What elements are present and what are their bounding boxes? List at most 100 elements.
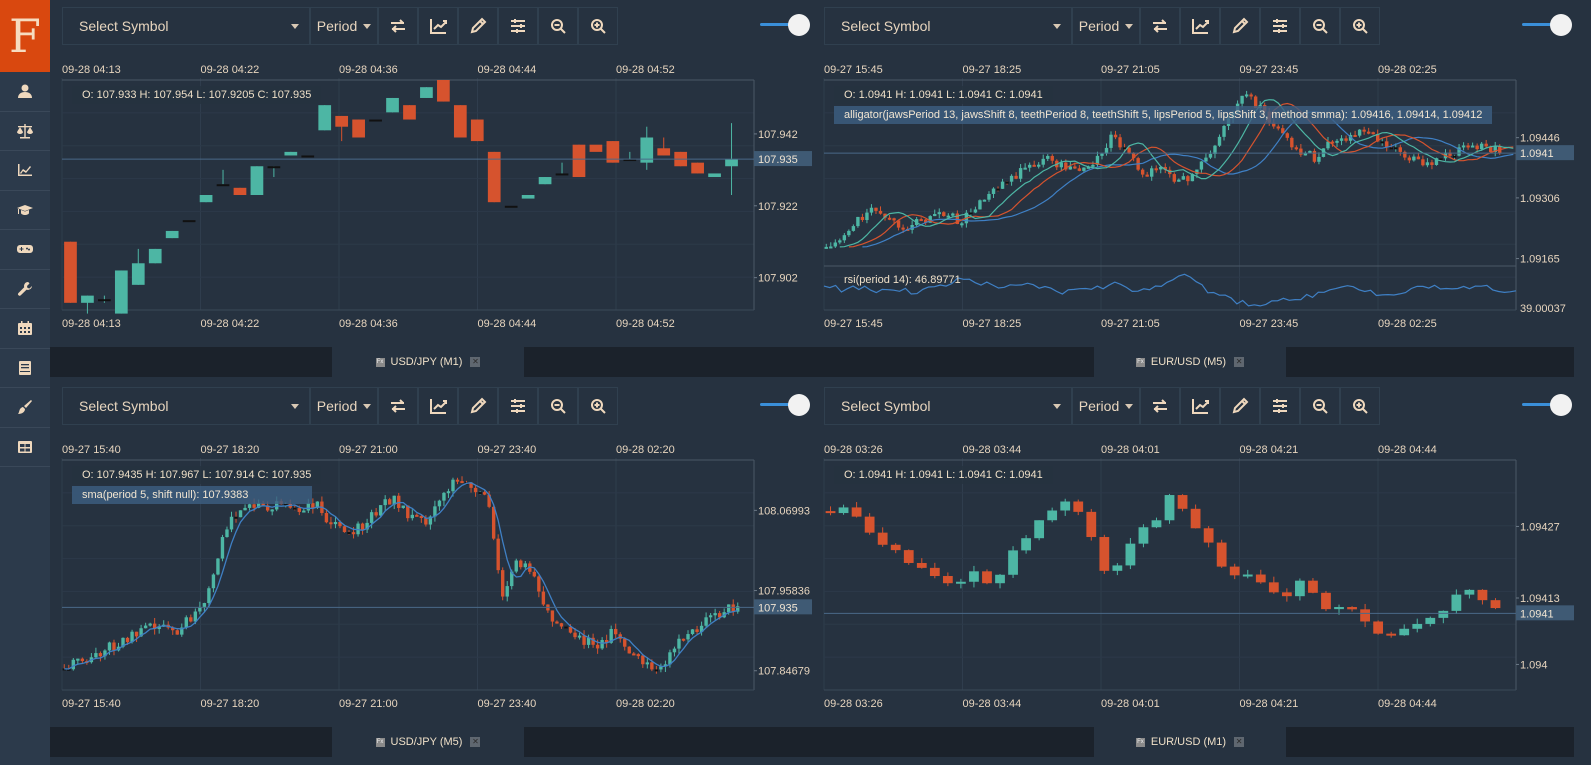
candle-down [1177,495,1188,509]
candle-down [1145,174,1149,177]
time-label-bottom: 09-28 04:52 [616,318,675,330]
candle-down [1430,162,1434,165]
candle-down [470,119,484,142]
sidebar-item-charts[interactable] [0,151,50,191]
candle-up [1082,167,1086,171]
sidebar-item-themes[interactable] [0,388,50,428]
candle-down [573,632,577,638]
candle-up [182,220,196,223]
close-icon[interactable]: ✕ [470,737,481,747]
candle-down [851,507,862,517]
candle-down [455,479,460,482]
candle-up [1027,164,1032,168]
sidebar-item-balance[interactable] [0,112,50,151]
candle-down [890,544,901,551]
candle-down [293,507,297,510]
candlestick-chart[interactable]: 09-28 03:26 09-28 03:26 09-28 03:44 09-28 0… [812,380,1574,725]
close-icon[interactable]: ✕ [1234,357,1245,367]
candle-up [869,207,874,213]
candle-up [207,588,211,604]
candle-down [98,653,103,657]
sidebar-item-tools[interactable] [0,270,50,309]
wrench-icon [17,281,33,297]
candle-up [1438,610,1449,618]
candle-up [306,503,311,511]
candle-up [442,492,446,501]
candle-up [148,248,162,264]
candle-down [1421,159,1425,166]
sidebar-item-layout[interactable] [0,428,50,467]
sidebar-item-education[interactable] [0,191,50,230]
candle-up [1164,495,1175,521]
candle-up [1452,155,1457,158]
time-label-top: 09-28 03:44 [963,444,1022,456]
candle-down [1249,94,1253,97]
price-label: 108.06993 [758,505,810,517]
candle-up [369,512,374,523]
sma-indicator-label[interactable]: sma(period 5, shift null): 107.9383 [72,486,312,504]
candle-up [1464,589,1475,595]
chart-tab-label: USD/JPY (M5) [390,736,463,748]
sidebar-item-account[interactable] [0,72,50,112]
candle-down [654,669,659,672]
candle-up [555,173,569,176]
chart-tab[interactable]: Fx EUR/USD (M5) ✕ [1094,347,1286,377]
sidebar-item-games[interactable] [0,230,50,270]
candle-down [1416,156,1421,160]
candlestick-chart[interactable]: 09-27 15:40 09-27 15:40 09-27 18:20 09-27 1… [50,380,812,725]
sidebar-item-book[interactable] [0,349,50,388]
time-label-bottom: 09-28 04:36 [339,318,398,330]
time-label-bottom: 09-27 18:20 [201,698,260,710]
time-label-top: 09-28 04:13 [62,64,121,76]
candle-up [842,235,847,241]
candle-up [451,479,455,492]
chart-tab[interactable]: Fx USD/JPY (M5) ✕ [332,727,524,757]
candle-up [1112,565,1123,571]
candle-up [1034,520,1045,539]
candle-down [860,216,865,221]
candle-down [1490,600,1501,609]
chart-panel: Select Symbol Period 09-27 15:40 09-27 15:… [50,380,812,760]
candle-up [1021,538,1031,551]
close-icon[interactable]: ✕ [470,357,481,367]
candle-up [960,223,964,226]
candle-down [1005,181,1009,184]
candle-down [555,621,559,624]
candle-down [1407,157,1412,161]
candle-up [1091,164,1095,167]
candle-up [708,173,721,178]
rsi-axis-label: 39.00037 [1520,303,1566,315]
candle-up [987,193,991,200]
candle-up [225,529,229,538]
candle-down [1077,168,1082,171]
candle-down [175,630,179,635]
sidebar-item-calendar[interactable] [0,309,50,349]
candle-down [374,512,378,516]
candlestick-chart[interactable]: 09-28 04:13 09-28 04:13 09-28 04:22 09-28 0… [50,0,812,345]
time-label-bottom: 09-28 02:20 [616,698,675,710]
rsi-indicator-label[interactable]: rsi(period 14): 46.89771 [834,271,971,289]
candle-down [1073,501,1084,512]
candle-up [1060,501,1071,511]
candle-down [929,567,940,577]
candle-up [937,212,941,215]
chart-tab[interactable]: Fx USD/JPY (M1) ✕ [332,347,524,377]
candlestick-chart[interactable]: 09-27 15:45 09-27 15:45 09-27 18:25 09-27 1… [812,0,1574,345]
candle-up [847,230,851,236]
close-icon[interactable]: ✕ [1234,737,1245,747]
candle-up [991,188,996,194]
candle-down [564,626,568,629]
alligator-indicator-label[interactable]: alligator(jawsPeriod 13, jawsShift 8, te… [834,106,1493,124]
candle-up [247,504,252,508]
candle-down [453,105,467,138]
candle-up [504,205,518,208]
candle-down [347,532,351,535]
alligator-teeth-line [848,102,1514,248]
chart-tab[interactable]: Fx EUR/USD (M1) ✕ [1094,727,1286,757]
candle-up [250,166,264,195]
current-price-label: 107.935 [758,602,798,614]
candle-down [1299,148,1303,155]
candle-up [1242,574,1253,577]
candle-down [1281,592,1292,597]
app-logo[interactable]: F [0,0,50,72]
